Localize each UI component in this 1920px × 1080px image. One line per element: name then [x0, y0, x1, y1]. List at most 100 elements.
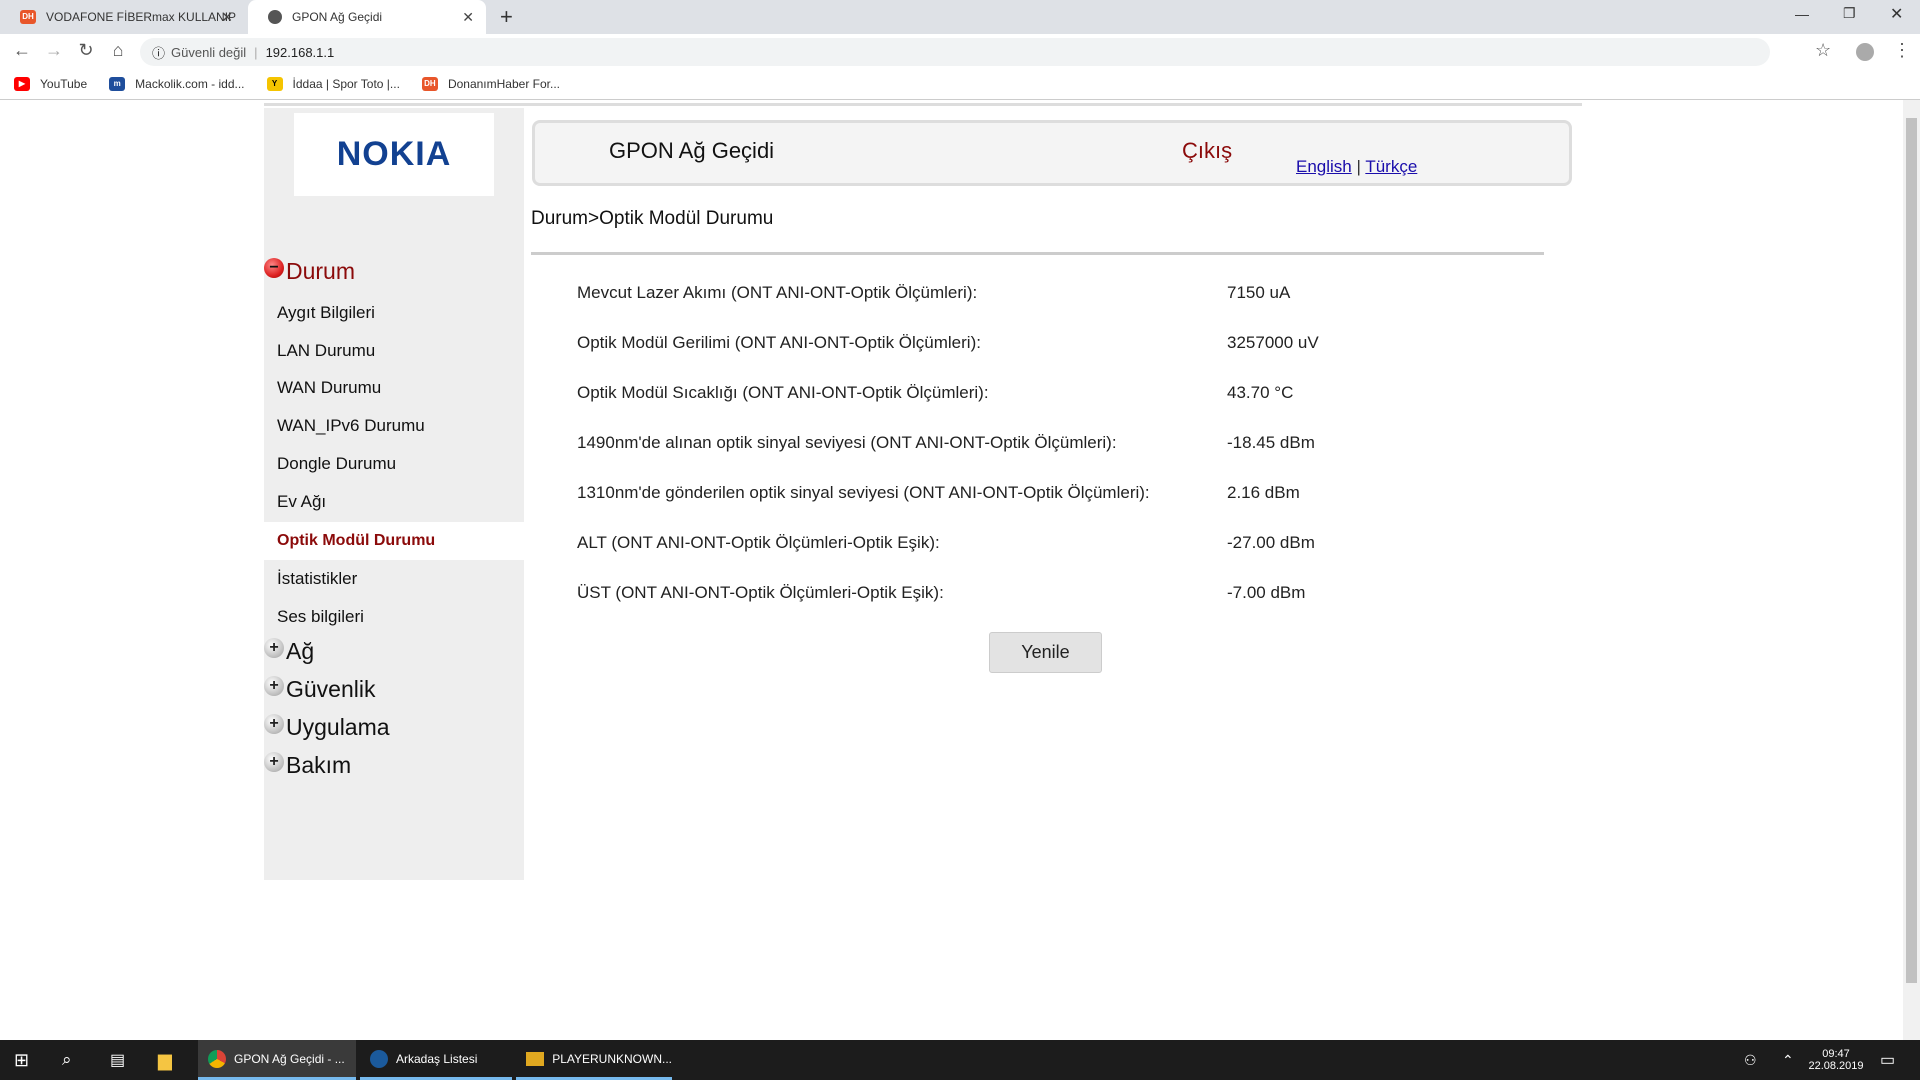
sidebar-item-wan-durumu[interactable]: WAN Durumu	[264, 369, 524, 407]
plus-icon: +	[264, 637, 284, 658]
row-label: 1310nm'de gönderilen optik sinyal seviye…	[577, 483, 1150, 502]
plus-icon: +	[264, 751, 284, 772]
nokia-logo: NOKIA	[294, 113, 494, 196]
home-icon[interactable]: ⌂	[106, 40, 130, 61]
row-value: -27.00 dBm	[1227, 533, 1315, 552]
info-icon: ⓘ	[152, 45, 166, 61]
reload-icon[interactable]: ↻	[74, 40, 98, 61]
bookmark-label: DonanımHaber For...	[447, 77, 560, 91]
chevron-up-icon[interactable]: ⌃	[1782, 1040, 1794, 1080]
minus-icon: −	[264, 257, 284, 278]
row-value: 7150 uA	[1227, 283, 1291, 302]
separator: |	[1356, 157, 1361, 176]
row-value: 3257000 uV	[1227, 333, 1319, 352]
sidebar-item-wan-ipv6-durumu[interactable]: WAN_IPv6 Durumu	[264, 407, 524, 445]
address-bar[interactable]: ⓘ Güvenli değil | 192.168.1.1	[140, 38, 1770, 66]
mackolik-icon: m	[109, 77, 126, 91]
sidebar-group-ag[interactable]: + Ağ	[264, 637, 315, 665]
english-link[interactable]: English	[1296, 157, 1352, 176]
sidebar-group-durum[interactable]: − Durum	[264, 257, 356, 285]
divider	[531, 252, 1544, 255]
row-label: Optik Modül Gerilimi (ONT ANI-ONT-Optik …	[577, 333, 981, 352]
windows-start-icon[interactable]: ⊞	[14, 1040, 29, 1080]
bookmark-iddaa[interactable]: Y İddaa | Spor Toto |...	[266, 77, 400, 91]
bookmark-donanimhaber[interactable]: DH DonanımHaber For...	[421, 77, 560, 91]
sidebar-item-optik-modul-durumu[interactable]: Optik Modül Durumu	[264, 522, 524, 560]
sidebar-item-aygit-bilgileri[interactable]: Aygıt Bilgileri	[264, 294, 524, 332]
close-icon[interactable]: ✕	[462, 9, 474, 26]
sidebar-item-dongle-durumu[interactable]: Dongle Durumu	[264, 445, 524, 483]
group-label: Uygulama	[286, 714, 390, 740]
star-icon[interactable]: ☆	[1815, 40, 1831, 61]
back-icon[interactable]: ←	[10, 40, 34, 61]
security-label: Güvenli değil	[171, 44, 247, 60]
iddaa-icon: Y	[266, 77, 283, 91]
chrome-icon	[208, 1049, 226, 1068]
sidebar-item-ev-agi[interactable]: Ev Ağı	[264, 483, 524, 521]
row-label: Optik Modül Sıcaklığı (ONT ANI-ONT-Optik…	[577, 383, 989, 402]
row-value: -7.00 dBm	[1227, 583, 1306, 602]
bookmark-youtube[interactable]: ▶ YouTube	[14, 77, 87, 91]
row-label: ÜST (ONT ANI-ONT-Optik Ölçümleri-Optik E…	[577, 583, 944, 602]
forward-icon[interactable]: →	[42, 40, 66, 61]
youtube-icon: ▶	[14, 77, 30, 91]
steam-icon	[370, 1049, 388, 1068]
globe-icon	[268, 10, 282, 24]
bookmarks-bar: ▶ YouTube m Mackolik.com - idd... Y İddaa |…	[0, 69, 1920, 100]
sidebar-group-uygulama[interactable]: + Uygulama	[264, 713, 390, 741]
logout-link[interactable]: Çıkış	[1182, 138, 1232, 164]
minimize-button[interactable]: —	[1795, 6, 1809, 22]
row-label: 1490nm'de alınan optik sinyal seviyesi (…	[577, 433, 1117, 452]
sidebar-group-bakim[interactable]: + Bakım	[264, 751, 352, 779]
donanimhaber-icon: DH	[421, 77, 438, 91]
profile-avatar[interactable]	[1856, 43, 1874, 61]
group-label: Güvenlik	[286, 676, 376, 702]
row-label: ALT (ONT ANI-ONT-Optik Ölçümleri-Optik E…	[577, 533, 940, 552]
clock[interactable]: 09:47 22.08.2019	[1800, 1040, 1872, 1080]
donanimhaber-icon: DH	[20, 10, 36, 24]
tab-gpon[interactable]: GPON Ağ Geçidi ✕	[248, 0, 486, 34]
taskbar-app-steam[interactable]: Arkadaş Listesi	[360, 1040, 512, 1080]
restore-button[interactable]: ❐	[1843, 5, 1856, 22]
row-label: Mevcut Lazer Akımı (ONT ANI-ONT-Optik Öl…	[577, 283, 978, 302]
people-icon[interactable]: ⚇	[1744, 1040, 1757, 1080]
sidebar-item-ses-bilgileri[interactable]: Ses bilgileri	[264, 598, 524, 636]
bookmark-label: Mackolik.com - idd...	[135, 77, 245, 91]
turkce-link[interactable]: Türkçe	[1365, 157, 1417, 176]
row-value: 2.16 dBm	[1227, 483, 1300, 502]
close-icon[interactable]: ✕	[221, 9, 233, 26]
tab-vodafone[interactable]: DH VODAFONE FİBERmax KULLANIP ✕	[0, 0, 245, 34]
bookmark-mackolik[interactable]: m Mackolik.com - idd...	[109, 77, 245, 91]
sidebar-item-lan-durumu[interactable]: LAN Durumu	[264, 332, 524, 370]
divider	[264, 103, 1582, 106]
tab-title: VODAFONE FİBERmax KULLANIP	[46, 10, 237, 24]
breadcrumb: Durum>Optik Modül Durumu	[531, 208, 774, 229]
close-window-button[interactable]: ✕	[1890, 4, 1903, 24]
url-text: 192.168.1.1	[265, 44, 335, 60]
bookmark-label: YouTube	[40, 77, 88, 91]
sidebar-group-guvenlik[interactable]: + Güvenlik	[264, 675, 376, 703]
row-value: -18.45 dBm	[1227, 433, 1315, 452]
file-explorer-icon[interactable]: ▆	[158, 1040, 172, 1080]
new-tab-button[interactable]: +	[500, 4, 513, 30]
plus-icon: +	[264, 713, 284, 734]
notification-icon[interactable]: ▭	[1880, 1040, 1895, 1080]
menu-icon[interactable]: ⋮	[1893, 40, 1911, 61]
page-title: GPON Ağ Geçidi	[609, 138, 775, 163]
task-view-icon[interactable]: ▤	[110, 1040, 125, 1080]
group-label: Durum	[286, 258, 356, 284]
row-value: 43.70 °C	[1227, 383, 1294, 402]
search-icon[interactable]: ⌕	[62, 1040, 72, 1080]
refresh-button[interactable]: Yenile	[989, 632, 1102, 673]
scrollbar-thumb[interactable]	[1906, 118, 1917, 983]
tab-title: GPON Ağ Geçidi	[292, 10, 383, 24]
taskbar-app-pubg[interactable]: PLAYERUNKNOWN...	[516, 1040, 672, 1080]
bookmark-label: İddaa | Spor Toto |...	[292, 77, 400, 91]
pubg-icon	[526, 1051, 545, 1066]
group-label: Ağ	[286, 638, 315, 664]
group-label: Bakım	[286, 752, 352, 778]
sidebar-item-istatistikler[interactable]: İstatistikler	[264, 560, 524, 598]
language-switcher: English | Türkçe	[1296, 157, 1417, 177]
taskbar-app-chrome[interactable]: GPON Ağ Geçidi - ...	[198, 1040, 356, 1080]
plus-icon: +	[264, 675, 284, 696]
